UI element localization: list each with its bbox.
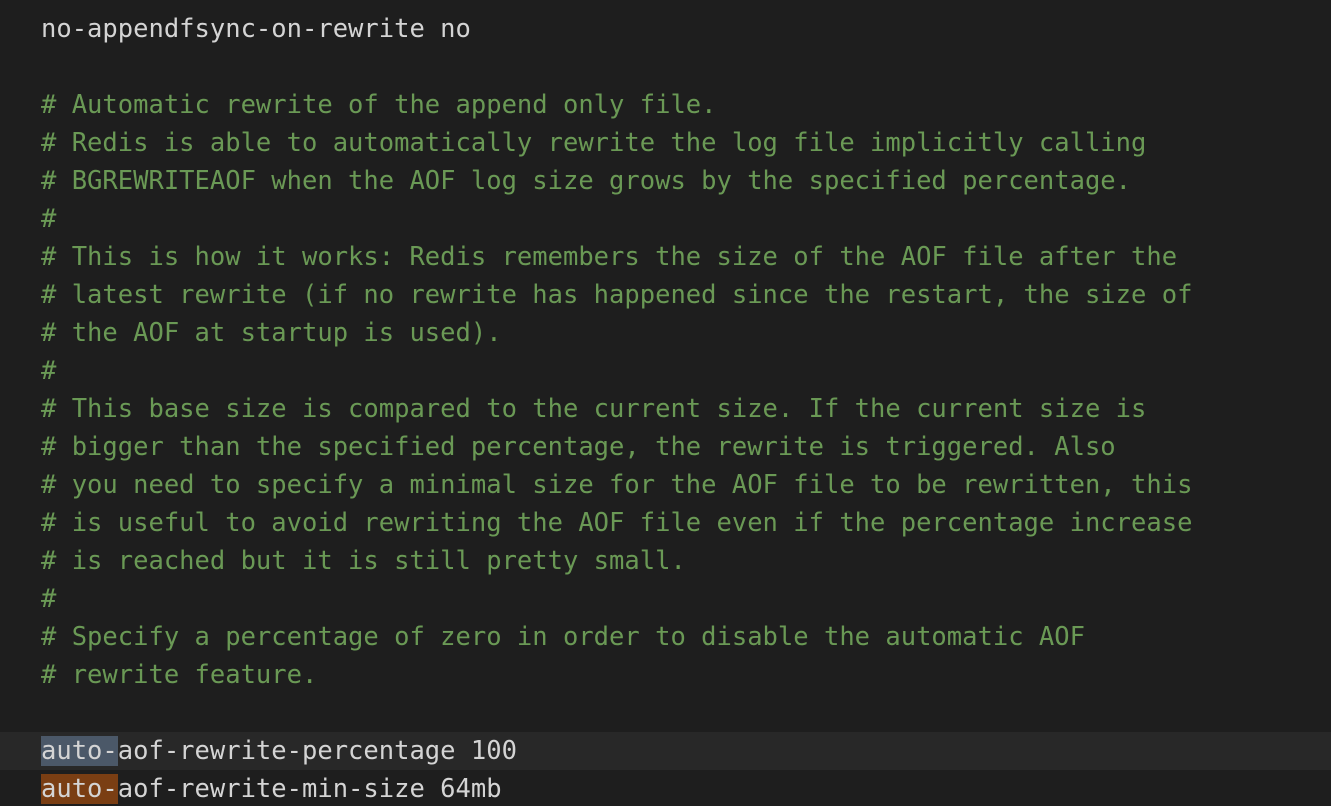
comment-line[interactable]: # you need to specify a minimal size for… bbox=[0, 466, 1331, 504]
comment-line[interactable]: # bbox=[0, 200, 1331, 238]
comment-line[interactable]: # Automatic rewrite of the append only f… bbox=[0, 86, 1331, 124]
selected-text[interactable]: auto- bbox=[41, 736, 118, 766]
comment-line[interactable]: # the AOF at startup is used). bbox=[0, 314, 1331, 352]
comment-line[interactable]: # BGREWRITEAOF when the AOF log size gro… bbox=[0, 162, 1331, 200]
comment-line[interactable]: # is useful to avoid rewriting the AOF f… bbox=[0, 504, 1331, 542]
comment-line[interactable]: # This is how it works: Redis remembers … bbox=[0, 238, 1331, 276]
blank-line[interactable] bbox=[0, 694, 1331, 732]
comment-line[interactable]: # bigger than the specified percentage, … bbox=[0, 428, 1331, 466]
comment-line[interactable]: # bbox=[0, 352, 1331, 390]
comment-line[interactable]: # rewrite feature. bbox=[0, 656, 1331, 694]
comment-line[interactable]: # Redis is able to automatically rewrite… bbox=[0, 124, 1331, 162]
comment-line[interactable]: # bbox=[0, 580, 1331, 618]
code-line[interactable]: no-appendfsync-on-rewrite no bbox=[0, 10, 1331, 48]
find-match-highlight[interactable]: auto- bbox=[41, 774, 118, 804]
blank-line[interactable] bbox=[0, 48, 1331, 86]
comment-line[interactable]: # Specify a percentage of zero in order … bbox=[0, 618, 1331, 656]
code-text: aof-rewrite-percentage 100 bbox=[117, 736, 517, 766]
code-text: aof-rewrite-min-size 64mb bbox=[117, 774, 502, 804]
code-line-current[interactable]: auto-aof-rewrite-percentage 100 bbox=[0, 732, 1331, 770]
comment-line[interactable]: # This base size is compared to the curr… bbox=[0, 390, 1331, 428]
comment-line[interactable]: # latest rewrite (if no rewrite has happ… bbox=[0, 276, 1331, 314]
comment-line[interactable]: # is reached but it is still pretty smal… bbox=[0, 542, 1331, 580]
code-editor[interactable]: no-appendfsync-on-rewrite no # Automatic… bbox=[0, 0, 1331, 806]
code-line[interactable]: auto-aof-rewrite-min-size 64mb bbox=[0, 770, 1331, 806]
